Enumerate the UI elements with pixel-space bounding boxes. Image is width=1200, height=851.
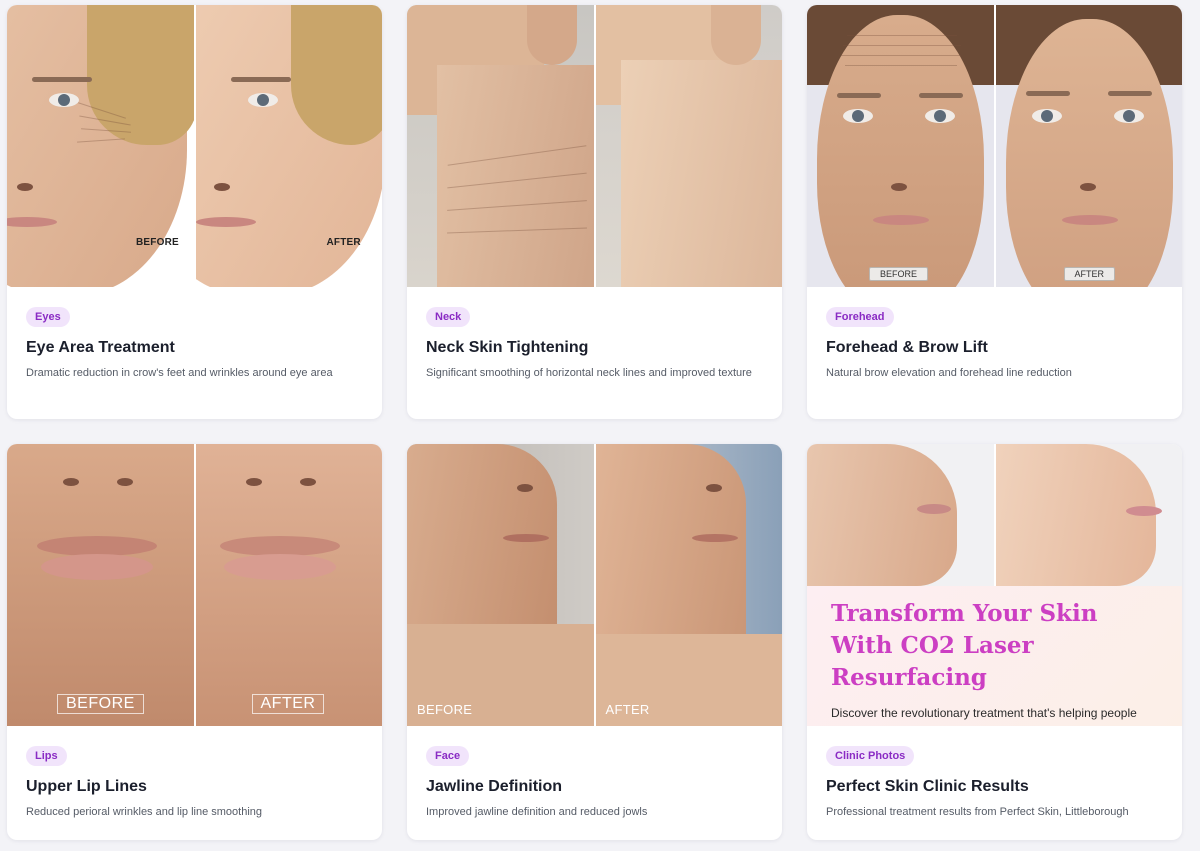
after-image [993, 444, 1182, 586]
after-image: AFTER [993, 5, 1182, 287]
before-label: BEFORE [57, 694, 144, 714]
card-title: Jawline Definition [426, 778, 563, 795]
after-image: AFTER [593, 444, 782, 726]
promo-banner: Transform Your Skin With CO2 Laser Resur… [807, 586, 1182, 726]
promo-text: Discover the revolutionary treatment tha… [831, 706, 1137, 720]
before-after-photo: BEFORE AFTER [407, 444, 782, 726]
before-label: BEFORE [417, 702, 473, 717]
card-title: Upper Lip Lines [26, 778, 147, 795]
before-label: BEFORE [136, 237, 179, 248]
card-description: Reduced perioral wrinkles and lip line s… [26, 806, 263, 818]
result-card-lips[interactable]: BEFORE AFTER Lips Upper Lip Lines Reduce… [7, 444, 382, 840]
category-tag: Forehead [826, 307, 894, 327]
after-image: AFTER [193, 5, 382, 287]
card-description: Professional treatment results from Perf… [826, 806, 1129, 818]
card-title: Perfect Skin Clinic Results [826, 778, 1029, 795]
after-label: AFTER [605, 702, 650, 717]
before-image [807, 444, 994, 586]
card-title: Eye Area Treatment [26, 339, 175, 356]
after-image: AFTER [193, 444, 382, 726]
before-image: BEFORE [7, 444, 194, 726]
promo-heading: Transform Your Skin With CO2 Laser Resur… [831, 600, 1098, 691]
before-after-photo [407, 5, 782, 287]
category-tag: Face [426, 746, 470, 766]
after-label: AFTER [1063, 267, 1116, 281]
card-description: Improved jawline definition and reduced … [426, 806, 648, 818]
before-image: BEFORE [407, 444, 594, 726]
result-card-neck[interactable]: Neck Neck Skin Tightening Significant sm… [407, 5, 782, 419]
before-image: BEFORE [7, 5, 194, 287]
card-description: Dramatic reduction in crow's feet and wr… [26, 367, 333, 379]
result-card-clinic-photos[interactable]: Transform Your Skin With CO2 Laser Resur… [807, 444, 1182, 840]
result-card-face[interactable]: BEFORE AFTER Face Jawline Definition Imp… [407, 444, 782, 840]
category-tag: Eyes [26, 307, 70, 327]
category-tag: Clinic Photos [826, 746, 915, 766]
before-image: BEFORE [807, 5, 994, 287]
card-title: Forehead & Brow Lift [826, 339, 988, 356]
card-title: Neck Skin Tightening [426, 339, 589, 356]
result-card-forehead[interactable]: BEFORE AFTER Forehead Forehead & Brow Li… [807, 5, 1182, 419]
before-after-photo: BEFORE AFTER [7, 444, 382, 726]
before-after-photo: BEFORE AFTER [807, 5, 1182, 287]
card-description: Significant smoothing of horizontal neck… [426, 367, 752, 379]
before-after-photo: BEFORE AFTER [7, 5, 382, 287]
result-card-eyes[interactable]: BEFORE AFTER Eyes Eye Area Treatment Dra… [7, 5, 382, 419]
after-label: AFTER [326, 237, 361, 248]
after-label: AFTER [251, 694, 325, 714]
category-tag: Neck [426, 307, 471, 327]
after-image [593, 5, 782, 287]
category-tag: Lips [26, 746, 67, 766]
before-label: BEFORE [869, 267, 929, 281]
clinic-promo-image: Transform Your Skin With CO2 Laser Resur… [807, 444, 1182, 726]
before-image [407, 5, 594, 287]
card-description: Natural brow elevation and forehead line… [826, 367, 1072, 379]
